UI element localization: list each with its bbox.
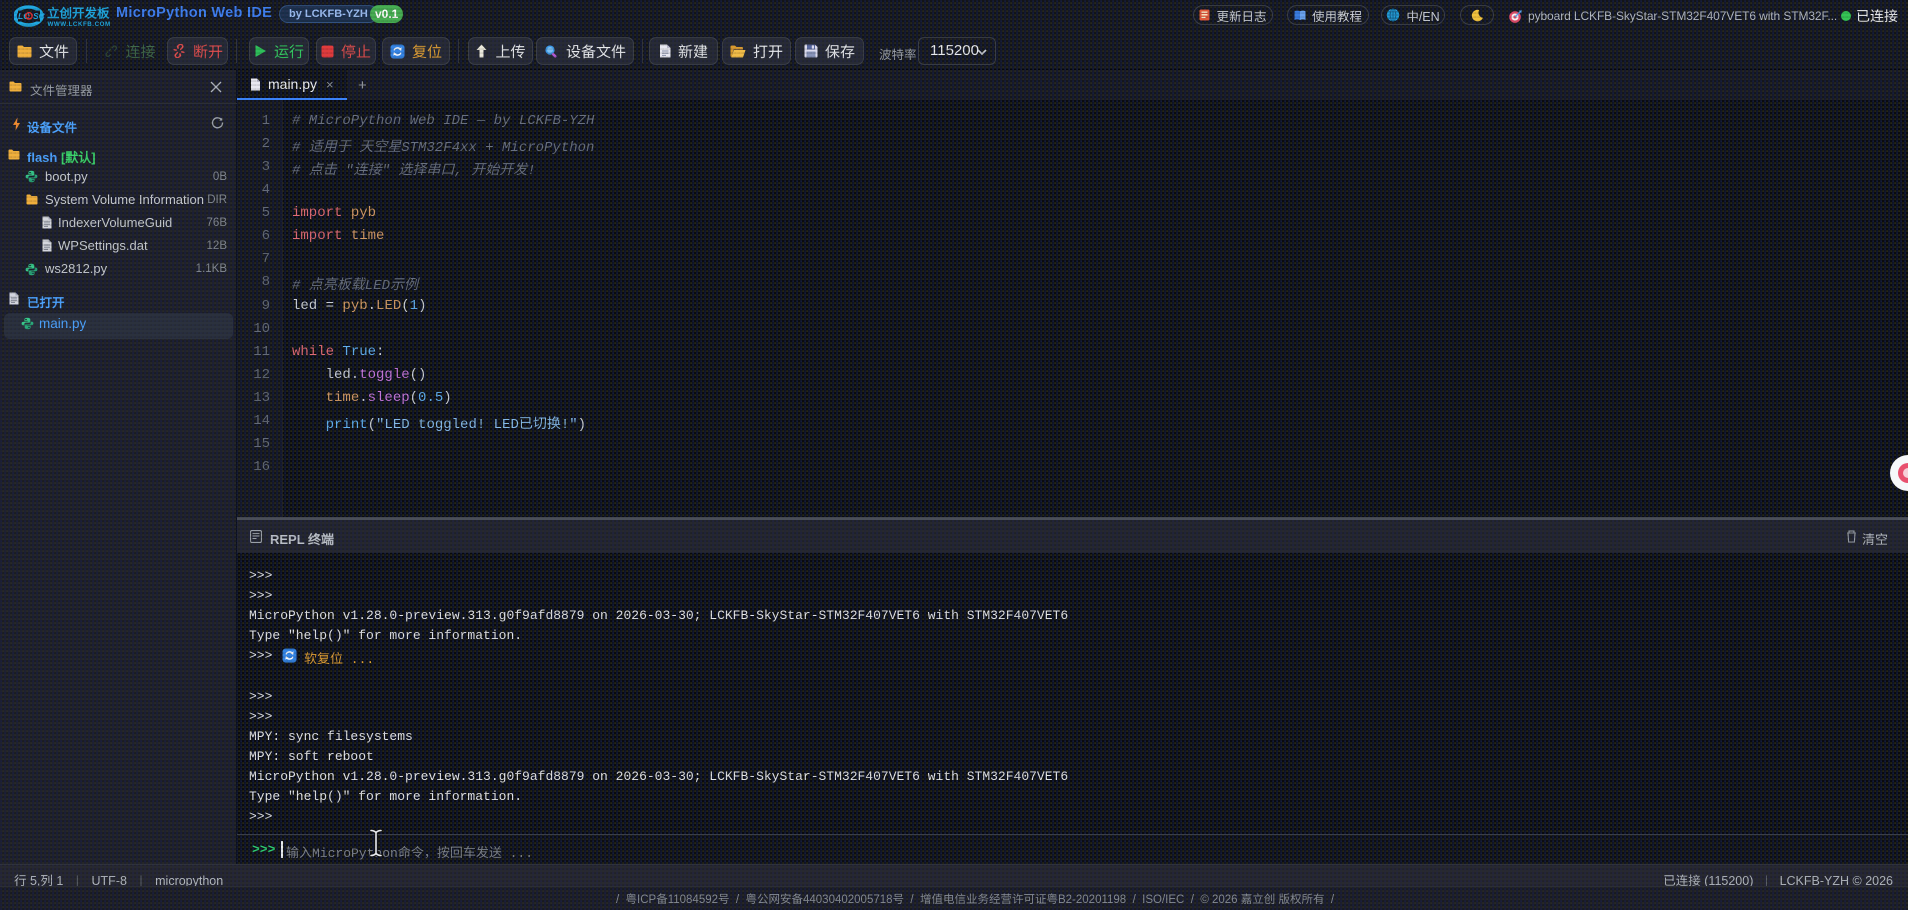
svg-text:WWW.LCKFB.COM: WWW.LCKFB.COM [48,21,111,28]
svg-text:SC: SC [33,11,46,21]
svg-text:立创开发板: 立创开发板 [47,3,110,22]
